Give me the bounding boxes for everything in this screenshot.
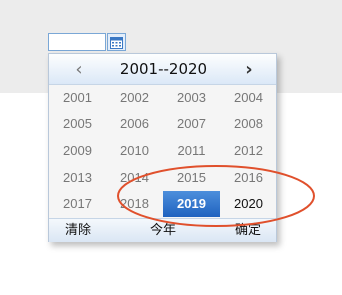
clear-button[interactable]: 清除 xyxy=(65,219,91,242)
year-cell-2009[interactable]: 2009 xyxy=(49,138,106,164)
year-cell-2002[interactable]: 2002 xyxy=(106,85,163,111)
year-cell-2015[interactable]: 2015 xyxy=(163,165,220,191)
year-cell-2006[interactable]: 2006 xyxy=(106,111,163,137)
year-cell-2005[interactable]: 2005 xyxy=(49,111,106,137)
calendar-button[interactable] xyxy=(107,33,126,51)
year-cell-2019[interactable]: 2019 xyxy=(163,191,220,217)
year-cell-2014[interactable]: 2014 xyxy=(106,165,163,191)
year-cell-2016[interactable]: 2016 xyxy=(220,165,277,191)
year-cell-2013[interactable]: 2013 xyxy=(49,165,106,191)
year-cell-2001[interactable]: 2001 xyxy=(49,85,106,111)
year-cell-2007[interactable]: 2007 xyxy=(163,111,220,137)
calendar-icon xyxy=(110,36,123,49)
year-range-title: 2001--2020 xyxy=(119,60,208,78)
next-decade-button[interactable]: › xyxy=(239,58,259,80)
year-cell-2003[interactable]: 2003 xyxy=(163,85,220,111)
year-cell-2012[interactable]: 2012 xyxy=(220,138,277,164)
year-cell-2018[interactable]: 2018 xyxy=(106,191,163,217)
year-picker-popup: ‹ 2001--2020 › 2001 2002 2003 2004 2005 2006 2… xyxy=(48,53,277,242)
year-picker-footer: 清除 今年 确定 xyxy=(49,218,276,242)
year-cell-2004[interactable]: 2004 xyxy=(220,85,277,111)
year-cell-2010[interactable]: 2010 xyxy=(106,138,163,164)
year-picker-header: ‹ 2001--2020 › xyxy=(49,54,276,85)
confirm-button[interactable]: 确定 xyxy=(235,219,261,242)
year-cell-2011[interactable]: 2011 xyxy=(163,138,220,164)
prev-decade-button[interactable]: ‹ xyxy=(69,58,89,80)
year-cell-2017[interactable]: 2017 xyxy=(49,191,106,217)
this-year-button[interactable]: 今年 xyxy=(150,219,176,242)
date-input[interactable] xyxy=(48,33,106,51)
year-cell-2008[interactable]: 2008 xyxy=(220,111,277,137)
year-cell-2020[interactable]: 2020 xyxy=(220,191,277,217)
